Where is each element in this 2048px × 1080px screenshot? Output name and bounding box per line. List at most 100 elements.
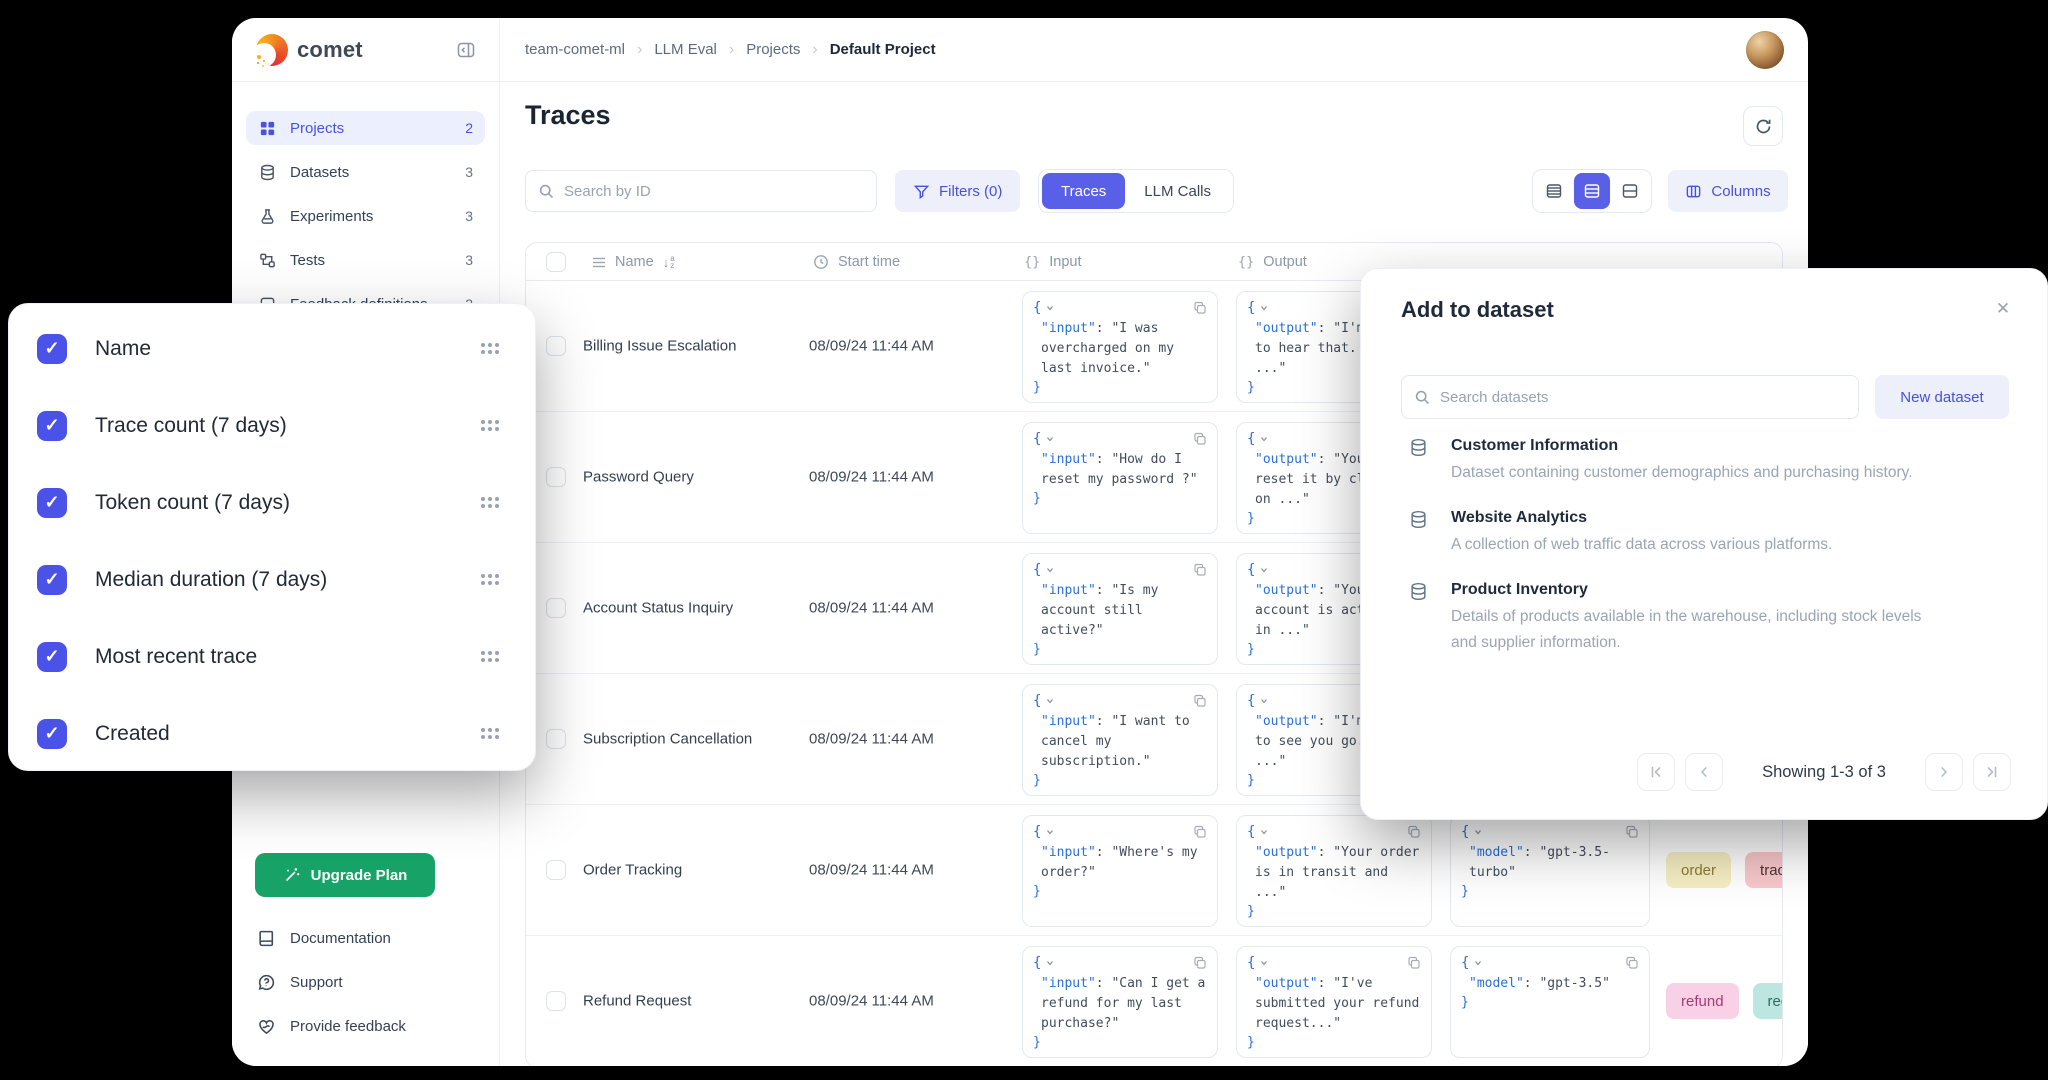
drag-handle-icon[interactable] <box>481 497 499 508</box>
drag-handle-icon[interactable] <box>481 343 499 354</box>
chevron-down-icon[interactable] <box>1259 303 1269 313</box>
dataset-item-customer-information[interactable]: Customer Information Dataset containing … <box>1409 437 2011 486</box>
dataset-search-input[interactable] <box>1440 389 1846 406</box>
database-icon <box>1409 510 1428 529</box>
drag-handle-icon[interactable] <box>481 574 499 585</box>
breadcrumb-projects[interactable]: Projects <box>746 41 800 58</box>
comet-logo[interactable]: comet <box>256 34 363 66</box>
copy-icon[interactable] <box>1193 301 1207 315</box>
copy-icon[interactable] <box>1193 956 1207 970</box>
tab-llm-calls[interactable]: LLM Calls <box>1125 173 1230 209</box>
column-checkbox-checked[interactable]: ✓ <box>37 642 67 672</box>
columns-options-popover: ✓ Name ✓ Trace count (7 days) ✓ Token co… <box>8 303 536 771</box>
row-height-large-icon[interactable] <box>1612 173 1648 209</box>
chevron-down-icon[interactable] <box>1045 827 1055 837</box>
select-all-checkbox[interactable] <box>546 252 566 272</box>
braces-icon: {} <box>1024 254 1040 270</box>
columns-button[interactable]: Columns <box>1668 170 1788 212</box>
table-row[interactable]: Order Tracking 08/09/24 11:44 AM { "inpu… <box>526 805 1782 936</box>
row-checkbox[interactable] <box>546 598 566 618</box>
user-avatar[interactable] <box>1746 31 1784 69</box>
breadcrumb: team-comet-ml › LLM Eval › Projects › De… <box>525 41 936 59</box>
input-json-cell: { "input": "Can I get a refund for my la… <box>1022 946 1218 1058</box>
copy-icon[interactable] <box>1625 825 1639 839</box>
chevron-down-icon[interactable] <box>1045 303 1055 313</box>
drag-handle-icon[interactable] <box>481 651 499 662</box>
row-checkbox[interactable] <box>546 991 566 1011</box>
row-checkbox[interactable] <box>546 860 566 880</box>
chevron-down-icon[interactable] <box>1259 565 1269 575</box>
copy-icon[interactable] <box>1193 694 1207 708</box>
chevron-down-icon[interactable] <box>1259 827 1269 837</box>
column-header-name[interactable]: Name ↓az <box>592 243 675 281</box>
column-header-output[interactable]: {} Output <box>1238 243 1307 281</box>
copy-icon[interactable] <box>1193 825 1207 839</box>
dataset-item-website-analytics[interactable]: Website Analytics A collection of web tr… <box>1409 509 2011 558</box>
sidebar-link-support[interactable]: Support <box>232 960 499 1004</box>
new-dataset-button[interactable]: New dataset <box>1875 375 2009 419</box>
sort-az-icon[interactable]: ↓az <box>663 255 675 269</box>
sidebar-item-datasets[interactable]: Datasets 3 <box>246 155 485 189</box>
row-checkbox[interactable] <box>546 729 566 749</box>
chevron-down-icon[interactable] <box>1045 958 1055 968</box>
trace-start-time: 08/09/24 11:44 AM <box>809 469 934 486</box>
collapse-sidebar-icon[interactable] <box>453 37 479 63</box>
upgrade-plan-button[interactable]: Upgrade Plan <box>255 853 435 897</box>
chevron-down-icon[interactable] <box>1473 958 1483 968</box>
trace-start-time: 08/09/24 11:44 AM <box>809 862 934 879</box>
copy-icon[interactable] <box>1625 956 1639 970</box>
copy-icon[interactable] <box>1407 825 1421 839</box>
breadcrumb-section[interactable]: LLM Eval <box>654 41 717 58</box>
column-option-row: ✓ Token count (7 days) <box>9 464 535 541</box>
last-page-button[interactable] <box>1973 753 2011 791</box>
row-checkbox[interactable] <box>546 336 566 356</box>
chevron-down-icon[interactable] <box>1259 434 1269 444</box>
breadcrumb-workspace[interactable]: team-comet-ml <box>525 41 625 58</box>
sidebar-link-provide-feedback[interactable]: Provide feedback <box>232 1004 499 1048</box>
sidebar-item-experiments[interactable]: Experiments 3 <box>246 199 485 233</box>
sidebar-item-tests[interactable]: Tests 3 <box>246 243 485 277</box>
drag-handle-icon[interactable] <box>481 728 499 739</box>
trace-name: Order Tracking <box>583 862 682 879</box>
previous-page-button[interactable] <box>1685 753 1723 791</box>
columns-label: Columns <box>1711 183 1770 200</box>
column-checkbox-checked[interactable]: ✓ <box>37 334 67 364</box>
chevron-down-icon[interactable] <box>1473 827 1483 837</box>
projects-grid-icon <box>258 119 276 137</box>
search-input[interactable] <box>564 183 864 200</box>
next-page-button[interactable] <box>1925 753 1963 791</box>
row-height-small-icon[interactable] <box>1536 173 1572 209</box>
tab-traces[interactable]: Traces <box>1042 173 1125 209</box>
copy-icon[interactable] <box>1193 563 1207 577</box>
database-icon <box>258 163 276 181</box>
column-header-input[interactable]: {} Input <box>1024 243 1082 281</box>
column-checkbox-checked[interactable]: ✓ <box>37 565 67 595</box>
column-header-start-time[interactable]: Start time <box>813 243 900 281</box>
row-height-medium-icon[interactable] <box>1574 173 1610 209</box>
chevron-down-icon[interactable] <box>1045 565 1055 575</box>
copy-icon[interactable] <box>1193 432 1207 446</box>
refresh-button[interactable] <box>1743 106 1783 146</box>
sidebar-item-projects[interactable]: Projects 2 <box>246 111 485 145</box>
topbar: team-comet-ml › LLM Eval › Projects › De… <box>500 18 1808 82</box>
input-json-cell: { "input": "Is my account still active?"… <box>1022 553 1218 665</box>
close-brace: } <box>1461 883 1639 901</box>
filters-button[interactable]: Filters (0) <box>895 170 1020 212</box>
search-by-id <box>525 170 877 212</box>
row-checkbox[interactable] <box>546 467 566 487</box>
chevron-down-icon[interactable] <box>1259 696 1269 706</box>
first-page-button[interactable] <box>1637 753 1675 791</box>
align-lines-icon <box>592 257 606 268</box>
dataset-item-product-inventory[interactable]: Product Inventory Details of products av… <box>1409 581 2011 656</box>
column-checkbox-checked[interactable]: ✓ <box>37 411 67 441</box>
column-checkbox-checked[interactable]: ✓ <box>37 719 67 749</box>
chevron-down-icon[interactable] <box>1045 696 1055 706</box>
column-checkbox-checked[interactable]: ✓ <box>37 488 67 518</box>
close-icon[interactable]: ✕ <box>1989 295 2017 323</box>
drag-handle-icon[interactable] <box>481 420 499 431</box>
table-row[interactable]: Refund Request 08/09/24 11:44 AM { "inpu… <box>526 936 1782 1066</box>
copy-icon[interactable] <box>1407 956 1421 970</box>
chevron-down-icon[interactable] <box>1259 958 1269 968</box>
chevron-down-icon[interactable] <box>1045 434 1055 444</box>
sidebar-link-documentation[interactable]: Documentation <box>232 916 499 960</box>
